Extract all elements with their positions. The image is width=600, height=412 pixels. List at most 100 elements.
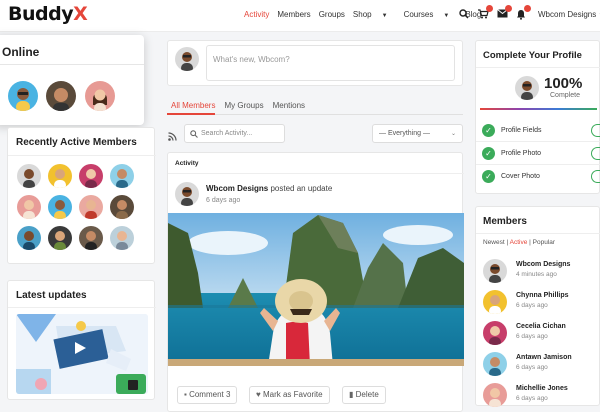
avatar[interactable] (110, 226, 134, 250)
profile-progress-fill (480, 108, 597, 110)
avatar[interactable] (110, 195, 134, 219)
messages-badge (505, 5, 512, 12)
trash-icon: ▮ (349, 390, 354, 399)
members-widget: Members Newest | Active | Popular Wbcom … (475, 206, 600, 407)
activity-card-label: Activity (175, 160, 199, 167)
comment-button[interactable]: ▪ Comment 3 (177, 386, 238, 404)
notifications-badge (524, 5, 531, 12)
latest-update-thumbnail[interactable] (16, 314, 148, 394)
avatar[interactable] (46, 81, 76, 111)
nav-activity[interactable]: Activity (244, 10, 269, 19)
activity-tabs: All Members My Groups Mentions (171, 101, 314, 110)
favorite-button[interactable]: ♥ Mark as Favorite (249, 386, 330, 404)
recently-active-widget: Recently Active Members (7, 127, 156, 264)
avatar[interactable] (48, 226, 72, 250)
avatar[interactable] (17, 226, 41, 250)
avatar[interactable] (48, 195, 72, 219)
user-menu-label: Wbcom Designs (538, 10, 597, 19)
user-menu[interactable]: Wbcom Designs ▼ (538, 10, 600, 19)
site-logo[interactable]: BuddyX (8, 3, 88, 25)
avatar[interactable] (175, 182, 199, 206)
whats-new-input[interactable]: What's new, Wbcom? (206, 45, 455, 81)
avatar[interactable] (85, 81, 115, 111)
comment-icon: ▪ (184, 390, 187, 399)
online-widget: Online (0, 35, 144, 125)
online-title: Online (2, 45, 40, 59)
divider (476, 233, 600, 234)
avatar[interactable] (79, 226, 103, 250)
divider (476, 141, 600, 142)
nav-members[interactable]: Members (277, 10, 310, 19)
recently-active-title: Recently Active Members (16, 137, 137, 148)
profile-completion-percent: 100% (544, 75, 583, 92)
avatar[interactable] (483, 383, 507, 407)
avatar[interactable] (17, 164, 41, 188)
activity-item: Activity Wbcom Designs posted an update … (167, 152, 464, 412)
check-icon: ✓ (482, 170, 495, 183)
profile-completion-widget: Complete Your Profile 100% Complete ✓ Pr… (475, 40, 600, 194)
rss-icon[interactable] (168, 128, 177, 146)
profile-item-label: Profile Photo (501, 150, 542, 157)
avatar[interactable] (79, 195, 103, 219)
filter-popular[interactable]: Popular (533, 239, 555, 246)
members-title: Members (483, 216, 527, 227)
nav-shop[interactable]: Shop ▼ (353, 10, 396, 19)
latest-updates-title: Latest updates (16, 290, 87, 301)
divider (168, 173, 464, 174)
activity-photo[interactable] (168, 213, 464, 366)
active-tab-indicator (167, 113, 215, 115)
avatar[interactable] (17, 195, 41, 219)
member-name[interactable]: Wbcom Designs (516, 261, 570, 268)
search-icon[interactable] (458, 9, 470, 21)
profile-item-toggle[interactable] (591, 124, 600, 137)
nav-courses-label: Courses (403, 10, 434, 19)
delete-label: Delete (355, 390, 379, 399)
main-nav: Activity Members Groups Shop ▼ Courses ▼ B… (244, 10, 489, 19)
divider (0, 64, 144, 65)
avatar[interactable] (79, 164, 103, 188)
avatar[interactable] (483, 259, 507, 283)
delete-button[interactable]: ▮ Delete (342, 386, 386, 404)
cart-icon[interactable] (477, 5, 493, 21)
avatar[interactable] (48, 164, 72, 188)
member-name[interactable]: Chynna Phillips (516, 292, 569, 299)
heart-icon: ♥ (256, 390, 261, 399)
tab-mentions[interactable]: Mentions (273, 101, 305, 110)
avatar[interactable] (175, 47, 199, 71)
latest-updates-widget: Latest updates (7, 280, 156, 400)
comment-label: Comment 3 (189, 390, 231, 399)
avatar (515, 76, 539, 100)
divider (476, 164, 600, 165)
nav-groups[interactable]: Groups (319, 10, 345, 19)
messages-icon[interactable] (496, 5, 512, 21)
avatar[interactable] (483, 321, 507, 345)
chevron-down-icon: ⌄ (450, 131, 456, 137)
profile-item-toggle[interactable] (591, 147, 600, 160)
avatar[interactable] (483, 352, 507, 376)
cart-badge (486, 5, 493, 12)
filter-newest[interactable]: Newest (483, 239, 505, 246)
filter-active[interactable]: Active (510, 239, 528, 246)
member-name[interactable]: Cecelia Cichan (516, 323, 566, 330)
activity-filter-select[interactable]: — Everything — ⌄ (372, 124, 463, 143)
notifications-bell-icon[interactable] (515, 5, 531, 21)
avatar[interactable] (110, 164, 134, 188)
activity-search-input[interactable]: Search Activity... (184, 124, 285, 143)
member-name[interactable]: Antawn Jamison (516, 354, 572, 361)
avatar[interactable] (8, 81, 38, 111)
divider (476, 67, 600, 68)
chevron-down-icon: ▼ (381, 13, 388, 19)
favorite-label: Mark as Favorite (262, 390, 323, 399)
profile-item-toggle[interactable] (591, 170, 600, 183)
tab-my-groups[interactable]: My Groups (224, 101, 263, 110)
divider (8, 155, 156, 156)
member-last-active: 6 days ago (516, 395, 548, 402)
nav-courses[interactable]: Courses ▼ (404, 10, 458, 19)
post-composer: What's new, Wbcom? (167, 40, 463, 86)
tab-all-members[interactable]: All Members (171, 101, 215, 110)
search-icon (190, 130, 198, 140)
member-name[interactable]: Michellie Jones (516, 385, 568, 392)
avatar[interactable] (483, 290, 507, 314)
profile-completion-status: Complete (550, 92, 580, 99)
activity-author-link[interactable]: Wbcom Designs (206, 184, 268, 193)
